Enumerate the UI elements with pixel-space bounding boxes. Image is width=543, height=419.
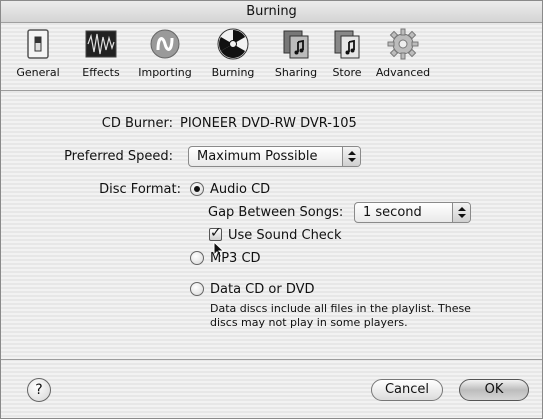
tab-general-label: General — [16, 66, 60, 79]
audio-cd-label: Audio CD — [210, 182, 271, 197]
data-disc-note-line-2: discs may not play in some players. — [210, 316, 408, 329]
tab-effects-label: Effects — [82, 66, 120, 79]
audio-cd-radio[interactable] — [190, 182, 204, 196]
sharing-icon — [280, 28, 312, 60]
sound-check-label: Use Sound Check — [228, 228, 342, 243]
tab-importing-label: Importing — [138, 66, 192, 79]
tab-sharing[interactable]: Sharing — [269, 28, 323, 79]
waveform-icon — [85, 28, 117, 60]
popup-arrows-icon — [452, 203, 470, 222]
radiation-icon — [217, 28, 249, 60]
tab-importing[interactable]: Importing — [135, 28, 195, 79]
store-icon — [331, 28, 363, 60]
preferred-speed-popup[interactable]: Maximum Possible — [188, 146, 361, 167]
import-icon — [149, 28, 181, 60]
ok-button[interactable]: OK — [459, 379, 529, 401]
switch-icon — [22, 28, 54, 60]
tab-store-label: Store — [332, 66, 362, 79]
tab-advanced-label: Advanced — [375, 66, 431, 79]
tab-sharing-label: Sharing — [274, 66, 318, 79]
data-cd-radio[interactable] — [190, 282, 204, 296]
disc-format-label: Disc Format: — [99, 182, 181, 197]
mp3-cd-radio[interactable] — [190, 251, 204, 265]
preferred-speed-value: Maximum Possible — [197, 149, 318, 164]
gap-between-songs-label: Gap Between Songs: — [208, 205, 344, 220]
cd-burner-value: PIONEER DVD-RW DVR-105 — [180, 116, 357, 131]
dialog-button-bar: ? Cancel OK — [1, 359, 542, 419]
data-disc-note-line-1: Data discs include all files in the play… — [210, 302, 471, 315]
gap-between-songs-value: 1 second — [363, 205, 422, 220]
gap-between-songs-popup[interactable]: 1 second — [354, 202, 471, 223]
cancel-button[interactable]: Cancel — [371, 379, 443, 401]
tab-burning-label: Burning — [211, 66, 255, 79]
tab-store[interactable]: Store — [327, 28, 367, 79]
burning-settings-panel: CD Burner: PIONEER DVD-RW DVR-105 Prefer… — [1, 92, 542, 360]
tab-general[interactable]: General — [13, 28, 63, 79]
window-title: Burning — [1, 1, 542, 23]
popup-arrows-icon — [342, 147, 360, 166]
data-cd-label: Data CD or DVD — [210, 282, 315, 297]
preferences-toolbar: General Effects Importing Burning Sharin… — [1, 23, 542, 91]
burning-preferences-window: Burning General Effects Importing Burnin… — [0, 0, 543, 419]
tab-advanced[interactable]: Advanced — [373, 28, 433, 79]
preferred-speed-label: Preferred Speed: — [64, 149, 173, 164]
tab-burning[interactable]: Burning — [207, 28, 259, 79]
tab-effects[interactable]: Effects — [77, 28, 125, 79]
gear-icon — [387, 28, 419, 60]
cd-burner-label: CD Burner: — [101, 116, 173, 131]
help-button[interactable]: ? — [27, 378, 51, 402]
checkmark-icon: ✓ — [210, 225, 222, 241]
mp3-cd-label: MP3 CD — [210, 251, 261, 266]
sound-check-checkbox[interactable]: ✓ — [209, 225, 222, 241]
